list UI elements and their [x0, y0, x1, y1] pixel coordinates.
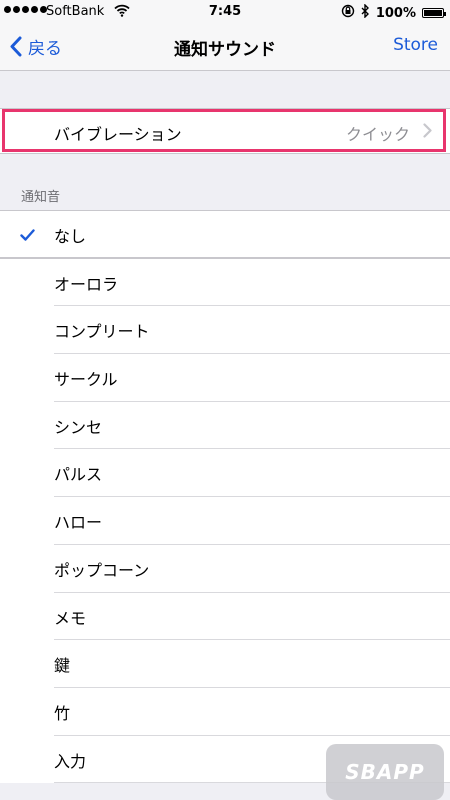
- checkmark-icon: [20, 226, 35, 245]
- tone-list: なし オーロラ コンプリート サークル シンセ パルス ハロー ポップコーン メ…: [0, 210, 450, 784]
- tone-item-pulse[interactable]: パルス: [0, 449, 450, 498]
- tone-item-hello[interactable]: ハロー: [0, 497, 450, 545]
- tone-item-popcorn[interactable]: ポップコーン: [0, 545, 450, 593]
- tone-label: 鍵: [54, 656, 71, 676]
- tone-label: オーロラ: [54, 274, 119, 294]
- tone-label: サークル: [54, 370, 118, 390]
- battery-icon: [422, 8, 446, 18]
- tone-label: シンセ: [54, 417, 103, 437]
- store-button[interactable]: Store: [393, 35, 438, 55]
- tone-label: ポップコーン: [54, 560, 150, 580]
- tone-item-key[interactable]: 鍵: [0, 640, 450, 688]
- tone-label: ハロー: [54, 513, 103, 533]
- tone-label: 竹: [54, 703, 71, 723]
- tone-item-complete[interactable]: コンプリート: [0, 306, 450, 355]
- watermark-logo: SBAPP: [326, 744, 444, 800]
- navigation-bar: 戻る 通知サウンド Store: [0, 24, 450, 71]
- tone-item-aurora[interactable]: オーロラ: [0, 259, 450, 307]
- rotation-lock-icon: [341, 4, 355, 22]
- page-title: 通知サウンド: [174, 40, 276, 60]
- tone-item-bamboo[interactable]: 竹: [0, 688, 450, 736]
- bluetooth-icon: [361, 3, 370, 22]
- battery-percent: 100%: [375, 5, 416, 21]
- tone-label: パルス: [54, 465, 103, 485]
- section-header: 通知音: [21, 190, 61, 205]
- tone-label: コンプリート: [54, 322, 150, 342]
- vibration-value: クイック: [345, 125, 410, 144]
- tone-item-memo[interactable]: メモ: [0, 593, 450, 641]
- tone-label: メモ: [54, 608, 87, 628]
- tone-label: 入力: [54, 751, 87, 771]
- tone-label: なし: [54, 227, 87, 246]
- vibration-label: バイブレーション: [54, 125, 182, 144]
- status-bar: SoftBank 7:45 100%: [0, 0, 450, 24]
- vibration-row[interactable]: バイブレーション クイック: [0, 108, 450, 154]
- tone-item-synth[interactable]: シンセ: [0, 402, 450, 450]
- tone-item-circle[interactable]: サークル: [0, 354, 450, 402]
- tone-item-none[interactable]: なし: [0, 211, 450, 259]
- chevron-right-icon: [423, 123, 432, 142]
